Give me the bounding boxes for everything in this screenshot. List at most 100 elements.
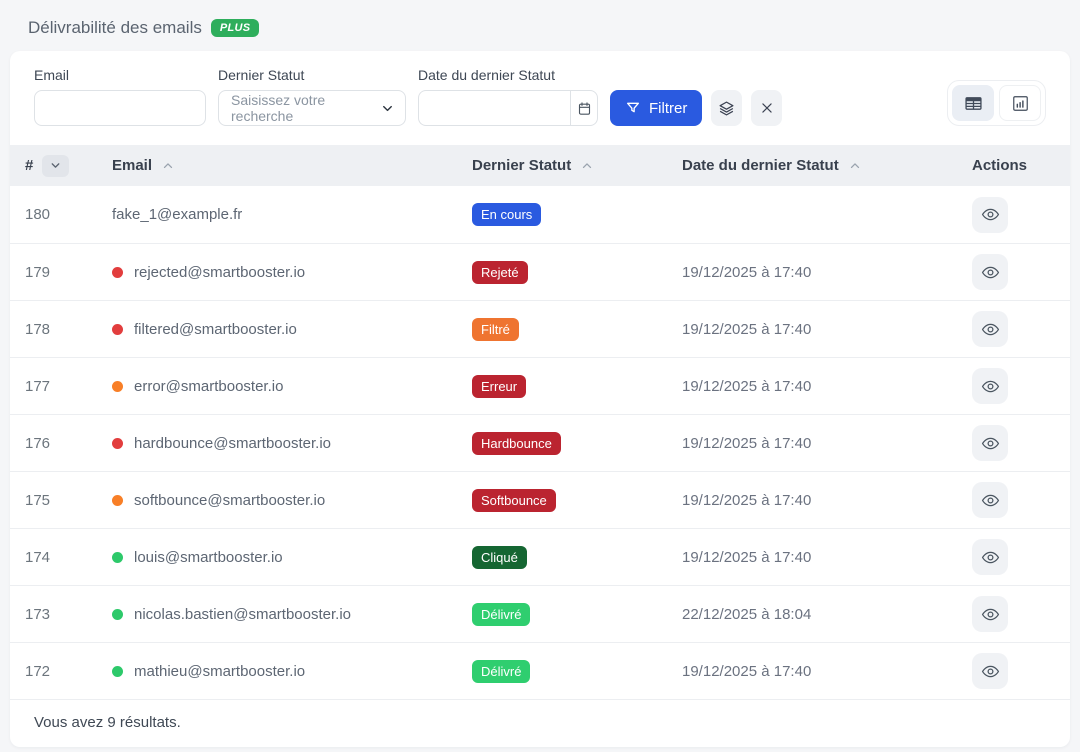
row-date: 22/12/2025 à 18:04 bbox=[682, 606, 952, 623]
status-badge: Filtré bbox=[472, 318, 519, 341]
chevron-up-icon bbox=[161, 159, 175, 173]
view-details-button[interactable] bbox=[972, 596, 1008, 632]
view-details-button[interactable] bbox=[972, 482, 1008, 518]
row-actions-cell bbox=[952, 311, 1070, 347]
email-filter-input[interactable] bbox=[34, 90, 206, 126]
clear-filters-button[interactable] bbox=[751, 90, 782, 126]
row-email: louis@smartbooster.io bbox=[134, 549, 283, 566]
column-header-status[interactable]: Dernier Statut bbox=[472, 157, 682, 174]
status-badge: Erreur bbox=[472, 375, 526, 398]
row-status-cell: Délivré bbox=[472, 603, 682, 626]
column-header-id: # bbox=[25, 155, 112, 177]
row-email: hardbounce@smartbooster.io bbox=[134, 435, 331, 452]
row-status-cell: Hardbounce bbox=[472, 432, 682, 455]
status-badge: Délivré bbox=[472, 603, 530, 626]
table-row: 172 mathieu@smartbooster.io Délivré 19/1… bbox=[10, 642, 1070, 699]
status-badge: Rejeté bbox=[472, 261, 528, 284]
chart-view-button[interactable] bbox=[999, 85, 1041, 121]
status-badge: Cliqué bbox=[472, 546, 527, 569]
row-id: 173 bbox=[25, 606, 112, 623]
table-header: # Email Dernier Statut bbox=[10, 145, 1070, 186]
row-status-cell: Erreur bbox=[472, 375, 682, 398]
view-details-button[interactable] bbox=[972, 425, 1008, 461]
view-details-button[interactable] bbox=[972, 311, 1008, 347]
row-status-cell: Cliqué bbox=[472, 546, 682, 569]
column-header-actions-label: Actions bbox=[972, 157, 1027, 174]
column-header-id-label: # bbox=[25, 157, 33, 174]
column-header-status-label: Dernier Statut bbox=[472, 157, 571, 174]
table-view-button[interactable] bbox=[952, 85, 994, 121]
row-status-cell: Softbounce bbox=[472, 489, 682, 512]
row-email: error@smartbooster.io bbox=[134, 378, 283, 395]
table-row: 180 fake_1@example.fr En cours bbox=[10, 186, 1070, 243]
eye-icon bbox=[981, 548, 1000, 567]
column-header-email-label: Email bbox=[112, 157, 152, 174]
row-email-cell: fake_1@example.fr bbox=[112, 206, 472, 223]
last-status-date-input[interactable] bbox=[418, 90, 570, 126]
row-id: 177 bbox=[25, 378, 112, 395]
eye-icon bbox=[981, 205, 1000, 224]
status-dot bbox=[112, 381, 123, 392]
bar-chart-icon bbox=[1011, 94, 1030, 113]
row-email: filtered@smartbooster.io bbox=[134, 321, 297, 338]
row-actions-cell bbox=[952, 653, 1070, 689]
table-body: 180 fake_1@example.fr En cours bbox=[10, 186, 1070, 699]
results-count: Vous avez 9 résultats. bbox=[10, 699, 1070, 747]
row-email: nicolas.bastien@smartbooster.io bbox=[134, 606, 351, 623]
row-actions-cell bbox=[952, 596, 1070, 632]
eye-icon bbox=[981, 434, 1000, 453]
email-filter-label: Email bbox=[34, 67, 206, 83]
row-email-cell: mathieu@smartbooster.io bbox=[112, 663, 472, 680]
last-status-select[interactable]: Saisissez votre recherche bbox=[218, 90, 406, 126]
row-id: 174 bbox=[25, 549, 112, 566]
row-email: rejected@smartbooster.io bbox=[134, 264, 305, 281]
view-details-button[interactable] bbox=[972, 653, 1008, 689]
view-details-button[interactable] bbox=[972, 254, 1008, 290]
row-email-cell: hardbounce@smartbooster.io bbox=[112, 435, 472, 452]
last-status-date-input-group bbox=[418, 90, 598, 126]
close-icon bbox=[760, 101, 774, 115]
table-view-icon bbox=[963, 93, 984, 114]
filter-button-label: Filtrer bbox=[649, 100, 687, 117]
row-actions-cell bbox=[952, 254, 1070, 290]
view-details-button[interactable] bbox=[972, 539, 1008, 575]
eye-icon bbox=[981, 263, 1000, 282]
row-email-cell: filtered@smartbooster.io bbox=[112, 321, 472, 338]
column-header-email[interactable]: Email bbox=[112, 157, 472, 174]
row-date: 19/12/2025 à 17:40 bbox=[682, 663, 952, 680]
table-row: 174 louis@smartbooster.io Cliqué 19/12/2… bbox=[10, 528, 1070, 585]
status-dot bbox=[112, 609, 123, 620]
table-row: 179 rejected@smartbooster.io Rejeté 19/1… bbox=[10, 243, 1070, 300]
chevron-up-icon bbox=[580, 159, 594, 173]
sort-id-button[interactable] bbox=[42, 155, 69, 177]
row-email-cell: error@smartbooster.io bbox=[112, 378, 472, 395]
column-header-date[interactable]: Date du dernier Statut bbox=[682, 157, 952, 174]
eye-icon bbox=[981, 320, 1000, 339]
view-details-button[interactable] bbox=[972, 197, 1008, 233]
view-details-button[interactable] bbox=[972, 368, 1008, 404]
status-dot bbox=[112, 495, 123, 506]
status-badge: En cours bbox=[472, 203, 541, 226]
row-email-cell: louis@smartbooster.io bbox=[112, 549, 472, 566]
row-date: 19/12/2025 à 17:40 bbox=[682, 378, 952, 395]
table-row: 175 softbounce@smartbooster.io Softbounc… bbox=[10, 471, 1070, 528]
column-header-date-label: Date du dernier Statut bbox=[682, 157, 839, 174]
eye-icon bbox=[981, 605, 1000, 624]
filter-button[interactable]: Filtrer bbox=[610, 90, 702, 126]
row-date: 19/12/2025 à 17:40 bbox=[682, 549, 952, 566]
saved-filters-button[interactable] bbox=[711, 90, 742, 126]
chevron-down-icon bbox=[49, 159, 62, 172]
row-date: 19/12/2025 à 17:40 bbox=[682, 492, 952, 509]
chevron-down-icon bbox=[380, 101, 395, 116]
calendar-icon bbox=[577, 101, 592, 116]
status-badge: Délivré bbox=[472, 660, 530, 683]
column-header-actions: Actions bbox=[952, 157, 1070, 174]
status-badge: Softbounce bbox=[472, 489, 556, 512]
status-badge: Hardbounce bbox=[472, 432, 561, 455]
status-dot bbox=[112, 666, 123, 677]
plus-badge: PLUS bbox=[211, 19, 260, 37]
last-status-filter-label: Dernier Statut bbox=[218, 67, 406, 83]
row-id: 180 bbox=[25, 206, 112, 223]
row-actions-cell bbox=[952, 368, 1070, 404]
calendar-button[interactable] bbox=[570, 90, 598, 126]
